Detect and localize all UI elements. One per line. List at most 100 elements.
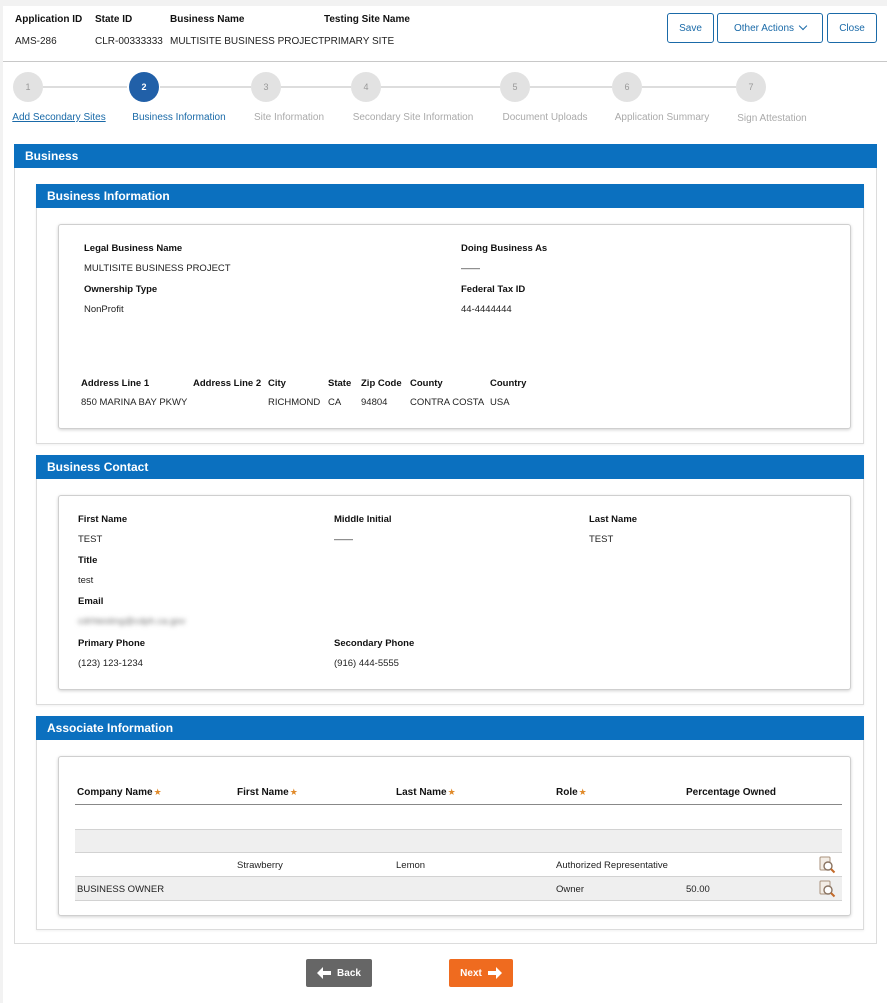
step-connector	[281, 86, 351, 88]
step-3-circle[interactable]: 3	[251, 72, 281, 102]
address-line1-label: Address Line 1	[81, 378, 150, 389]
secondary-phone-label: Secondary Phone	[334, 638, 415, 649]
county-label: County	[410, 378, 443, 389]
step-2-circle[interactable]: 2	[129, 72, 159, 102]
cell-role: Authorized Representative	[556, 860, 668, 871]
last-name-value: TEST	[589, 534, 614, 545]
step-connector	[530, 86, 612, 88]
step-6-circle[interactable]: 6	[612, 72, 642, 102]
step-2-label[interactable]: Business Information	[132, 112, 225, 123]
close-button-label: Close	[839, 22, 865, 34]
table-row[interactable]: BUSINESS OWNER Owner 50.00	[75, 877, 842, 901]
col-role[interactable]: Role★	[556, 787, 587, 798]
address-line1-value: 850 MARINA BAY PKWY	[81, 397, 188, 408]
state-id-value: CLR-00333333	[95, 36, 163, 47]
col-last-name[interactable]: Last Name★	[396, 787, 456, 798]
ownership-type-value: NonProfit	[84, 304, 124, 315]
chevron-down-icon	[798, 21, 808, 31]
table-row[interactable]	[75, 829, 842, 853]
save-button[interactable]: Save	[667, 13, 714, 43]
step-5-circle[interactable]: 5	[500, 72, 530, 102]
step-7-circle[interactable]: 7	[736, 72, 766, 102]
legal-name-value: MULTISITE BUSINESS PROJECT	[84, 263, 231, 274]
table-header-divider	[75, 804, 842, 805]
business-contact-card: First Name TEST Middle Initial —— Last N…	[58, 495, 851, 690]
other-actions-button[interactable]: Other Actions	[717, 13, 823, 43]
cell-last-name: Lemon	[396, 860, 426, 871]
next-button[interactable]: Next	[449, 959, 513, 987]
back-button[interactable]: Back	[306, 959, 372, 987]
business-name-field: Business Name MULTISITE BUSINESS PROJECT	[170, 14, 324, 47]
dba-label: Doing Business As	[461, 243, 548, 254]
back-button-label: Back	[337, 967, 361, 979]
business-name-value: MULTISITE BUSINESS PROJECT	[170, 36, 325, 47]
testing-site-field: Testing Site Name PRIMARY SITE	[324, 14, 410, 47]
required-star-icon: ★	[289, 787, 298, 797]
application-id-field: Application ID AMS-286	[15, 14, 82, 47]
ownership-type-label: Ownership Type	[84, 284, 158, 295]
application-id-label: Application ID	[15, 14, 83, 25]
business-section-header: Business	[14, 144, 877, 168]
county-value: CONTRA COSTA	[410, 397, 485, 408]
step-5-label[interactable]: Document Uploads	[502, 112, 587, 123]
associate-table-card: Company Name★ First Name★ Last Name★ Rol…	[58, 756, 851, 916]
first-name-label: First Name	[78, 514, 128, 525]
step-connector	[160, 86, 251, 88]
application-page: Application ID AMS-286 State ID CLR-0033…	[3, 6, 887, 1003]
application-id-value: AMS-286	[15, 36, 57, 47]
view-details-icon[interactable]	[818, 880, 836, 898]
secondary-phone-value: (916) 444-5555	[334, 658, 399, 669]
tax-id-value: 44-4444444	[461, 304, 512, 315]
zip-code-label: Zip Code	[361, 378, 402, 389]
city-value: RICHMOND	[268, 397, 321, 408]
state-id-field: State ID CLR-00333333	[95, 14, 163, 47]
middle-initial-value: ——	[334, 534, 353, 545]
save-button-label: Save	[679, 22, 702, 34]
other-actions-label: Other Actions	[733, 22, 795, 34]
testing-site-label: Testing Site Name	[324, 14, 410, 25]
col-last-name-label: Last Name	[396, 787, 447, 798]
step-connector	[381, 86, 500, 88]
step-connector	[43, 86, 127, 88]
step-4-label[interactable]: Secondary Site Information	[353, 112, 474, 123]
col-percentage-owned-label: Percentage Owned	[686, 787, 777, 798]
col-role-label: Role	[556, 787, 578, 798]
country-value: USA	[490, 397, 510, 408]
country-label: Country	[490, 378, 527, 389]
col-first-name-label: First Name	[237, 787, 289, 798]
zip-code-value: 94804	[361, 397, 388, 408]
title-value: test	[78, 575, 94, 586]
step-connector	[642, 86, 736, 88]
col-first-name[interactable]: First Name★	[237, 787, 298, 798]
view-details-icon[interactable]	[818, 856, 836, 874]
progress-stepper: 1 2 3 4 5 6 7 Add Secondary Sites Busine…	[3, 72, 887, 132]
cell-role: Owner	[556, 884, 584, 895]
primary-phone-label: Primary Phone	[78, 638, 146, 649]
primary-phone-value: (123) 123-1234	[78, 658, 143, 669]
step-3-label[interactable]: Site Information	[254, 112, 324, 123]
first-name-value: TEST	[78, 534, 103, 545]
step-4-circle[interactable]: 4	[351, 72, 381, 102]
step-6-label[interactable]: Application Summary	[615, 112, 709, 123]
step-7-label[interactable]: Sign Attestation	[737, 113, 807, 124]
cell-company: BUSINESS OWNER	[77, 884, 165, 895]
cell-first-name: Strawberry	[237, 860, 283, 871]
arrow-left-icon	[317, 967, 332, 979]
business-information-header: Business Information	[36, 184, 864, 208]
close-button[interactable]: Close	[827, 13, 877, 43]
state-id-label: State ID	[95, 14, 133, 25]
header-divider	[3, 61, 887, 62]
col-percentage-owned[interactable]: Percentage Owned	[686, 787, 776, 798]
step-1-label[interactable]: Add Secondary Sites	[12, 112, 105, 123]
last-name-label: Last Name	[589, 514, 638, 525]
city-label: City	[268, 378, 286, 389]
address-line2-label: Address Line 2	[193, 378, 262, 389]
col-company-name[interactable]: Company Name★	[77, 787, 162, 798]
cell-percentage: 50.00	[686, 884, 710, 895]
step-1-circle[interactable]: 1	[13, 72, 43, 102]
email-value: cdrhtesting@cdph.ca.gov	[78, 616, 186, 627]
email-label: Email	[78, 596, 104, 607]
state-label: State	[328, 378, 352, 389]
table-row[interactable]: Strawberry Lemon Authorized Representati…	[75, 853, 842, 877]
testing-site-value: PRIMARY SITE	[324, 36, 395, 47]
